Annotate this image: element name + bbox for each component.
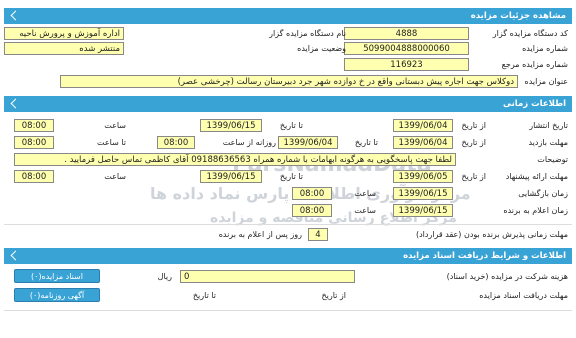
announce-date-field: 1399/06/15 (393, 204, 453, 217)
acceptance-suffix: روز پس از اعلام به برنده (218, 230, 302, 239)
deadline-to-label: تا تاریخ (192, 291, 216, 300)
offer-from-label: از تاریخ (461, 172, 486, 181)
acceptance-field: 4 (308, 228, 328, 241)
announce-time-field: 08:00 (292, 204, 332, 217)
visit-daily-from-field: 08:00 (157, 136, 195, 149)
status-field: منتشر شده (4, 42, 124, 55)
details-section-header[interactable]: مشاهده جزئیات مزایده (4, 8, 572, 24)
offer-time-label: ساعت (104, 172, 126, 181)
opening-label: زمان بازگشایی (518, 189, 568, 198)
notes-label: توضیحات (537, 155, 568, 164)
number-label: شماره مزایده (522, 44, 568, 53)
offer-label: مهلت ارائه پیشنهاد (505, 172, 568, 181)
details-section-title: مشاهده جزئیات مزایده (470, 11, 566, 21)
fee-label: هزینه شرکت در مزایده (خرید اسناد) (446, 272, 568, 281)
deadline-label: مهلت دریافت اسناد مزایده (479, 291, 568, 300)
visit-daily-to-label: تا ساعت (97, 138, 126, 147)
org-code-field: 4888 (344, 27, 469, 40)
documents-button[interactable]: اسناد مزایده(۰) (14, 269, 100, 283)
offer-to-field: 1399/06/15 (200, 170, 262, 183)
publish-from-field: 1399/06/04 (393, 119, 453, 132)
org-code-label: کد دستگاه مزایده گزار (492, 29, 568, 38)
ref-label: شماره مزایده مرجع (501, 60, 568, 69)
conditions-section-header[interactable]: اطلاعات و شرایط دریافت اسناد مزایده (4, 248, 572, 264)
opening-time-label: ساعت (354, 189, 376, 198)
times-section-title: اطلاعات زمانی (502, 99, 566, 109)
deadline-from-label: از تاریخ (321, 291, 346, 300)
publish-label: تاریخ انتشار (529, 121, 568, 130)
publish-time-field: 08:00 (14, 119, 54, 132)
visit-daily-from-label: روزانه از ساعت (222, 138, 276, 147)
publish-to-label: تا تاریخ (279, 121, 303, 130)
publish-time-label: ساعت (104, 121, 126, 130)
acceptance-label: مهلت زمانی پذیرش برنده بودن (عقد قرارداد… (415, 230, 568, 239)
opening-date-field: 1399/06/15 (393, 187, 453, 200)
publish-to-field: 1399/06/15 (200, 119, 262, 132)
org-name-field: اداره آموزش و پرورش ناحیه (4, 27, 124, 40)
chevron-icon (10, 10, 21, 21)
divider (4, 224, 572, 225)
visit-daily-to-field: 08:00 (14, 136, 54, 149)
visit-from-field: 1399/06/04 (393, 136, 453, 149)
notes-field: لطفا جهت پاسخگویی به هرگونه ابهامات با ش… (14, 153, 456, 166)
status-label: وضعیت مزایده (297, 44, 346, 53)
subject-label: عنوان مزایده (524, 77, 569, 86)
number-field: 5099004888000060 (344, 42, 469, 55)
newspaper-ad-button[interactable]: آگهی روزنامه(۰) (14, 288, 100, 302)
divider (4, 310, 572, 311)
visit-label: مهلت بازدید (528, 138, 568, 147)
chevron-icon (10, 98, 21, 109)
offer-from-field: 1399/06/05 (393, 170, 453, 183)
org-name-label: نام دستگاه مزایده گزار (269, 29, 346, 38)
ref-field: 116923 (344, 58, 469, 71)
offer-time-field: 08:00 (14, 170, 54, 183)
offer-to-label: تا تاریخ (279, 172, 303, 181)
fee-field: 0 (180, 270, 355, 283)
publish-from-label: از تاریخ (461, 121, 486, 130)
times-section-header[interactable]: اطلاعات زمانی (4, 96, 572, 112)
opening-time-field: 08:00 (292, 187, 332, 200)
visit-from-label: از تاریخ (461, 138, 486, 147)
conditions-section-title: اطلاعات و شرایط دریافت اسناد مزایده (403, 251, 566, 261)
announce-label: زمان اعلام به برنده (503, 206, 568, 215)
subject-field: دوکلاس جهت اجاره پیش دبستانی واقع در خ د… (60, 75, 518, 88)
announce-time-label: ساعت (354, 206, 376, 215)
visit-to-field: 1399/06/04 (278, 136, 338, 149)
chevron-icon (10, 250, 21, 261)
fee-unit: ریال (157, 272, 172, 281)
visit-to-label: تا تاریخ (354, 138, 378, 147)
